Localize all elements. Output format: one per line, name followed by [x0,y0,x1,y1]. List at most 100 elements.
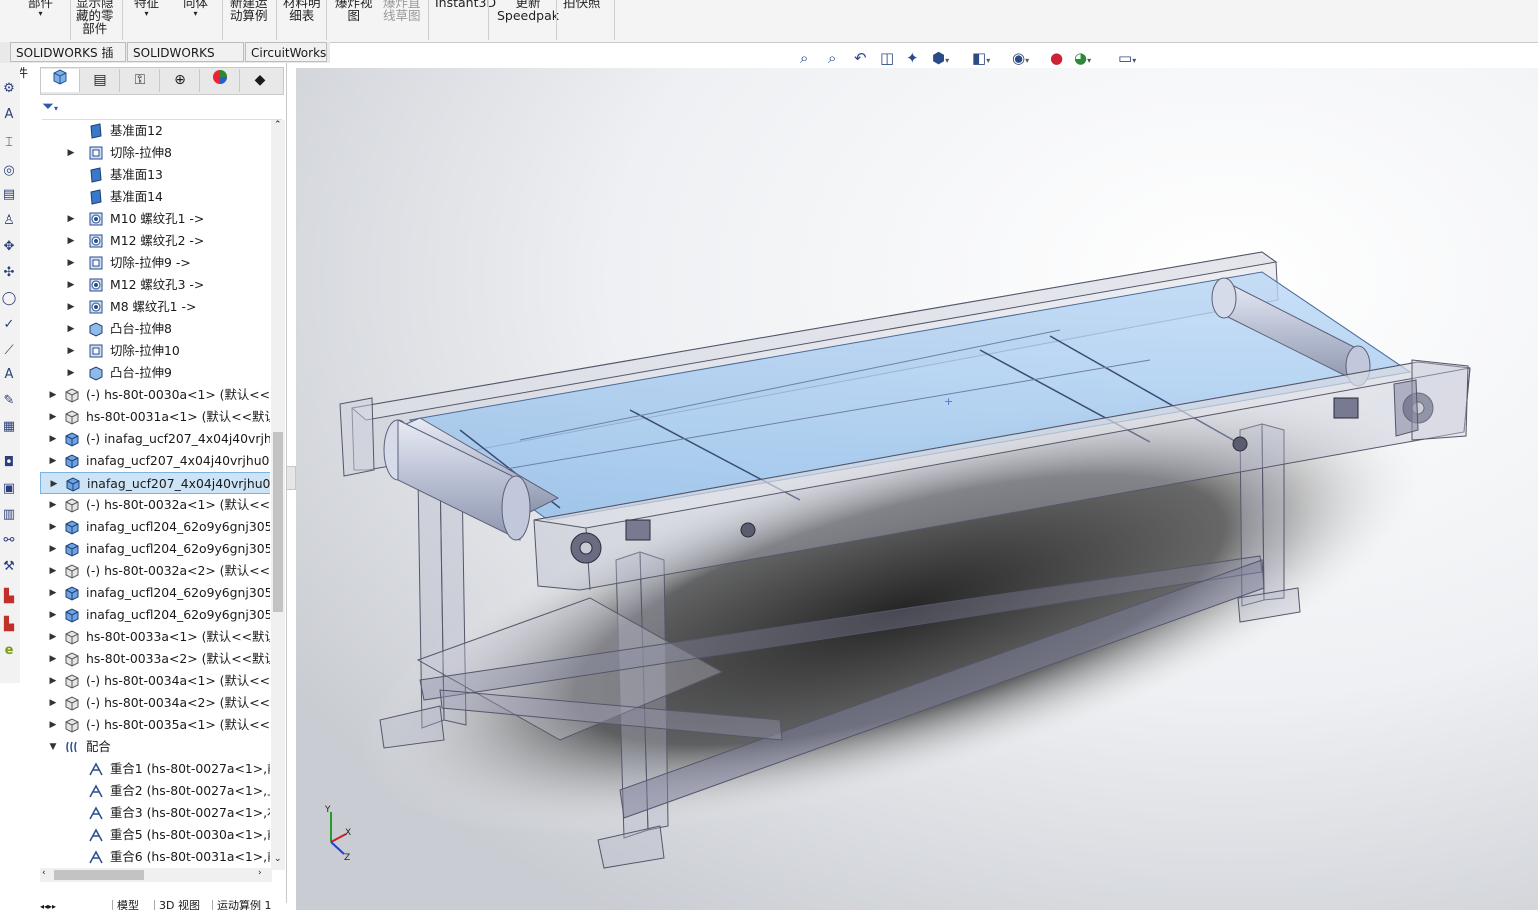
tab-circuitworks[interactable]: CircuitWorks [245,42,327,62]
tree-item[interactable]: ▶ M12 螺纹孔3 -> [40,274,270,296]
check-icon[interactable]: ✓ [0,317,18,333]
expand-arrow-icon[interactable]: ▶ [48,626,58,648]
dropdown-arrow-icon[interactable]: ▾ [28,9,53,19]
ribbon-item[interactable]: 爆炸视图 [335,0,373,22]
expand-arrow-icon[interactable]: ▶ [48,670,58,692]
tab-solidworks-mbd[interactable]: SOLIDWORKS MBD [127,42,244,80]
pdf3d-icon[interactable]: ▙ [0,617,18,633]
expand-arrow-icon[interactable]: ▶ [48,516,58,538]
ribbon-item[interactable]: 拍快照 [563,0,601,9]
scroll-down-icon[interactable]: ⌄ [274,854,282,864]
grid-icon[interactable]: ▦ [0,419,18,435]
tree-item[interactable]: ▶ hs-80t-0033a<2> (默认<<默认> [40,648,270,670]
expand-arrow-icon[interactable]: ▶ [66,230,76,252]
ribbon-item[interactable]: 部件 ▾ [28,0,53,19]
expand-arrow-icon[interactable]: ▶ [66,340,76,362]
scroll-thumb[interactable] [273,432,283,612]
expand-arrow-icon[interactable]: ▶ [48,450,58,472]
expand-arrow-icon[interactable]: ▶ [48,692,58,714]
tree-item[interactable]: ▶ (-) hs-80t-0030a<1> (默认<<默认> [40,384,270,406]
ribbon-item[interactable]: 新建运 动算例 [230,0,268,22]
zoom-to-fit-icon[interactable]: ⌕ [800,48,808,68]
tree-item[interactable]: 重合5 (hs-80t-0030a<1>,前视 [40,824,270,846]
tree-item[interactable]: ▶ inafag_ucf207_4x04j40vrjhu0u5z [40,472,270,494]
section-view-icon[interactable]: ◫ [880,48,894,68]
expand-arrow-icon[interactable]: ▶ [48,384,58,406]
tree-item[interactable]: ▶ hs-80t-0031a<1> (默认<<默认> [40,406,270,428]
expand-arrow-icon[interactable]: ▶ [66,274,76,296]
pencil-icon[interactable]: ✎ [0,393,18,409]
stack-icon[interactable]: ▥ [0,507,18,523]
expand-arrow-icon[interactable]: ▶ [48,582,58,604]
dropdown-arrow-icon[interactable]: ▾ [183,9,208,19]
smart-fastener-icon[interactable]: ⚙ [0,81,18,97]
tree-item[interactable]: ▶ (-) hs-80t-0034a<1> (默认<<默认> [40,670,270,692]
tree-item[interactable]: ▶ M8 螺纹孔1 -> [40,296,270,318]
text-icon[interactable]: A [0,367,18,383]
cam-tab-icon[interactable]: ◆ [241,69,279,92]
zoom-to-area-icon[interactable]: ⌕ [828,48,836,68]
ribbon-item[interactable]: 材料明 细表 [283,0,321,22]
tree-horizontal-scrollbar[interactable]: ‹ › [40,868,272,882]
tree-item[interactable]: ▶ inafag_ucfl204_62o9y6gnj3059x [40,604,270,626]
dropdown-arrow-icon[interactable]: ▾ [134,9,159,19]
tree-item[interactable]: 基准面13 [40,164,270,186]
tree-item[interactable]: ▶ M12 螺纹孔2 -> [40,230,270,252]
tab-model[interactable]: 模型 [112,900,143,910]
tab-motion-study[interactable]: 运动算例 1 [212,900,276,910]
tree-item[interactable]: 重合3 (hs-80t-0027a<1>,右视 [40,802,270,824]
tree-item[interactable]: ▼ 配合 [40,736,270,758]
expand-arrow-icon[interactable]: ▶ [66,208,76,230]
tree-item[interactable]: ▶ (-) inafag_ucf207_4x04j40vrjhu0u5z [40,428,270,450]
expand-arrow-icon[interactable]: ▶ [48,538,58,560]
expand-arrow-icon[interactable]: ▶ [66,296,76,318]
ribbon-item[interactable]: 显示隐 藏的零 部件 [76,0,114,35]
cube-icon[interactable]: ▣ [0,481,18,497]
tree-item[interactable]: 重合2 (hs-80t-0027a<1>,上视 [40,780,270,802]
tree-item[interactable]: ▶ 切除-拉伸8 [40,142,270,164]
collapse-arrow-icon[interactable]: ▼ [48,736,58,758]
tab-solidworks-addins[interactable]: SOLIDWORKS 插件 [10,42,126,80]
displaymanager-tab-icon[interactable] [201,69,240,92]
pdf-icon[interactable]: ▙ [0,589,18,605]
move-icon[interactable]: ✥ [0,239,18,255]
tree-item[interactable]: ▶ inafag_ucfl204_62o9y6gnj3059x [40,582,270,604]
expand-arrow-icon[interactable]: ▶ [49,473,59,493]
tree-item[interactable]: ▶ 切除-拉伸9 -> [40,252,270,274]
ribbon-item[interactable]: 更新 Speedpak [497,0,559,22]
tree-item[interactable]: 重合6 (hs-80t-0031a<1>,前视 [40,846,270,868]
propertymanager-tab-icon[interactable]: ▤ [81,69,120,92]
edit-appearance-icon[interactable]: ● [1050,48,1063,68]
tree-item[interactable]: 基准面14 [40,186,270,208]
note-icon[interactable]: A [0,107,18,123]
tree-item[interactable]: ▶ inafag_ucfl204_62o9y6gnj3059x [40,516,270,538]
tree-item[interactable]: ▶ 凸台-拉伸8 [40,318,270,340]
tab-3d-views[interactable]: 3D 视图 [154,900,204,910]
ribbon-item[interactable]: 向体 ▾ [183,0,208,19]
expand-arrow-icon[interactable]: ▶ [66,362,76,384]
tree-vertical-scrollbar[interactable]: ⌃ ⌄ [271,120,285,870]
scroll-right-icon[interactable]: › [258,868,262,878]
dimension-icon[interactable]: ⌶ [0,135,18,151]
panel-splitter[interactable] [286,466,296,490]
expand-arrow-icon[interactable]: ▶ [48,494,58,516]
tree-item[interactable]: ▶ (-) hs-80t-0034a<2> (默认<<默认> [40,692,270,714]
expand-arrow-icon[interactable]: ▶ [48,714,58,736]
expand-arrow-icon[interactable]: ▶ [48,428,58,450]
camera-icon[interactable]: ◘ [0,455,18,471]
expand-arrow-icon[interactable]: ▶ [48,560,58,582]
expand-arrow-icon[interactable]: ▶ [66,142,76,164]
dimxpert-tab-icon[interactable]: ⊕ [161,69,200,92]
rotate-icon[interactable]: ✣ [0,265,18,281]
table-icon[interactable]: ▤ [0,187,18,203]
scroll-up-icon[interactable]: ⌃ [274,120,282,130]
link-icon[interactable]: ⚯ [0,533,18,549]
expand-arrow-icon[interactable]: ▶ [66,318,76,340]
expand-arrow-icon[interactable]: ▶ [48,604,58,626]
expand-arrow-icon[interactable]: ▶ [66,252,76,274]
configurationmanager-tab-icon[interactable]: ⚿ [121,69,160,92]
tree-item[interactable]: ▶ (-) hs-80t-0035a<1> (默认<<默认> [40,714,270,736]
tree-item[interactable]: ▶ (-) hs-80t-0032a<1> (默认<<默认> [40,494,270,516]
nav-arrows-icon[interactable]: ◂◂▸▸ [40,902,56,910]
ribbon-item[interactable]: 特征 ▾ [134,0,159,19]
